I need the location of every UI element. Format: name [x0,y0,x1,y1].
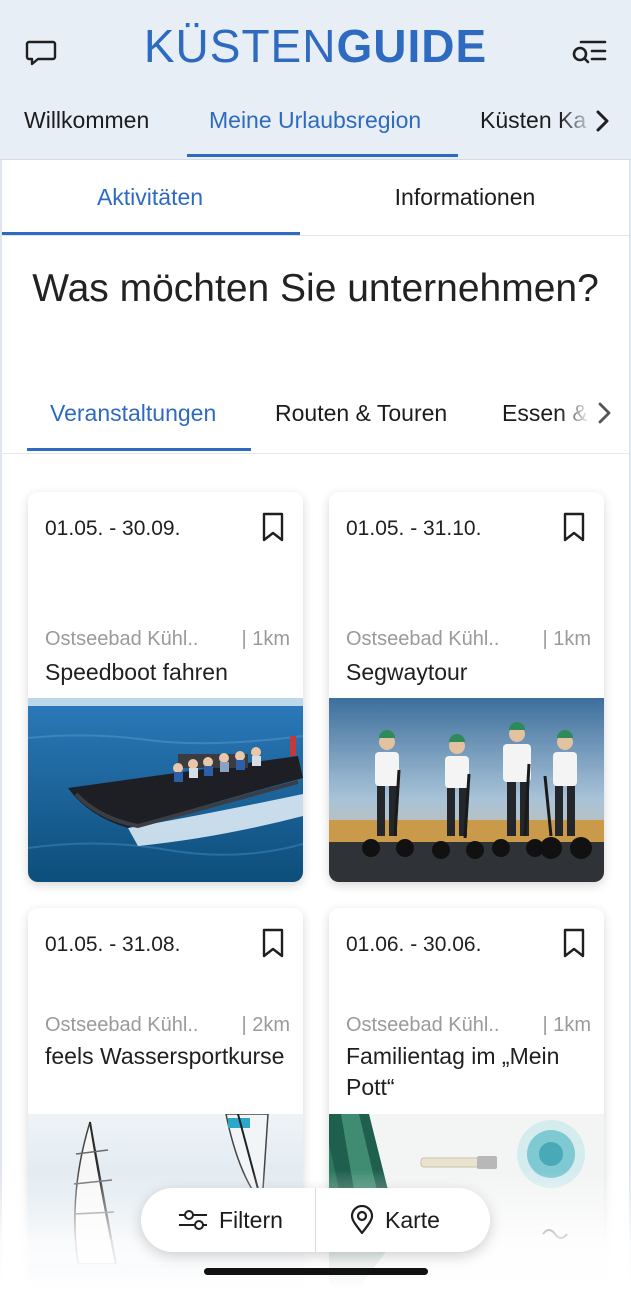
card-distance: | 1km [542,1014,591,1036]
filter-button[interactable]: Filtern [177,1188,283,1252]
card-location: Ostseebad Kühl.. [45,628,199,650]
card-image-segway [329,698,604,882]
card-location: Ostseebad Kühl.. [346,1014,500,1036]
bookmark-icon[interactable] [562,928,586,958]
map-pin-icon [349,1204,375,1235]
region-nav: Willkommen Meine Urlaubsregion Küsten Ka [0,98,631,160]
card-location: Ostseebad Kühl.. [45,1014,199,1036]
tab-aktivitaeten[interactable]: Aktivitäten [0,182,300,212]
card-image-speedboat [28,698,303,882]
logo-text-bold: GUIDE [336,20,488,72]
card-title: Speedboot fahren [45,659,228,685]
tab-informationen[interactable]: Informationen [315,182,615,212]
bookmark-icon[interactable] [261,928,285,958]
card-distance: | 1km [241,628,290,650]
card-title: feels Wassersportkurse [45,1043,285,1069]
search-menu-icon[interactable] [569,32,609,72]
page-title: Was möchten Sie unternehmen? [32,267,599,310]
card-date: 01.05. - 31.08. [45,933,181,956]
pill-divider [315,1188,316,1252]
category-active-underline [27,448,251,451]
app-screen: KÜSTENGUIDE Willkommen Meine Urlaubsregi… [0,0,631,1289]
section-tabs: Aktivitäten Informationen [0,160,631,236]
action-pill: Filtern Karte [141,1188,490,1252]
card-date: 01.05. - 31.10. [346,517,482,540]
category-fade [560,390,590,446]
nav-item-meine-urlaubsregion[interactable]: Meine Urlaubsregion [209,105,421,135]
frame-border-left [0,160,2,1289]
filter-label: Filtern [219,1206,283,1233]
card-title: Segwaytour [346,659,468,685]
card-location: Ostseebad Kühl.. [346,628,500,650]
card-distance: | 1km [542,628,591,650]
category-veranstaltungen[interactable]: Veranstaltungen [50,398,216,428]
filter-sliders-icon [177,1208,209,1232]
nav-item-willkommen[interactable]: Willkommen [24,105,149,135]
nav-active-underline [187,154,458,157]
map-label: Karte [385,1206,440,1233]
category-routen-touren[interactable]: Routen & Touren [275,398,447,428]
card-date: 01.06. - 30.06. [346,933,482,956]
app-logo: KÜSTENGUIDE [0,20,631,72]
app-header: KÜSTENGUIDE [0,0,631,98]
chevron-right-icon[interactable] [589,108,615,134]
card-distance: | 2km [241,1014,290,1036]
home-indicator [204,1268,428,1275]
chevron-right-icon[interactable] [591,400,617,426]
card-title: Familientag im „Mein Pott“ [346,1043,560,1100]
map-button[interactable]: Karte [349,1188,440,1252]
category-nav: Veranstaltungen Routen & Touren Essen & [0,390,631,454]
card-date: 01.05. - 30.09. [45,517,181,540]
tab-active-underline [0,232,300,235]
bookmark-icon[interactable] [562,512,586,542]
logo-text-light: KÜSTEN [143,20,337,72]
event-card[interactable]: 01.05. - 30.09. Ostseebad Kühl.. | 1km S… [28,492,303,882]
event-card[interactable]: 01.05. - 31.10. Ostseebad Kühl.. | 1km S… [329,492,604,882]
bookmark-icon[interactable] [261,512,285,542]
